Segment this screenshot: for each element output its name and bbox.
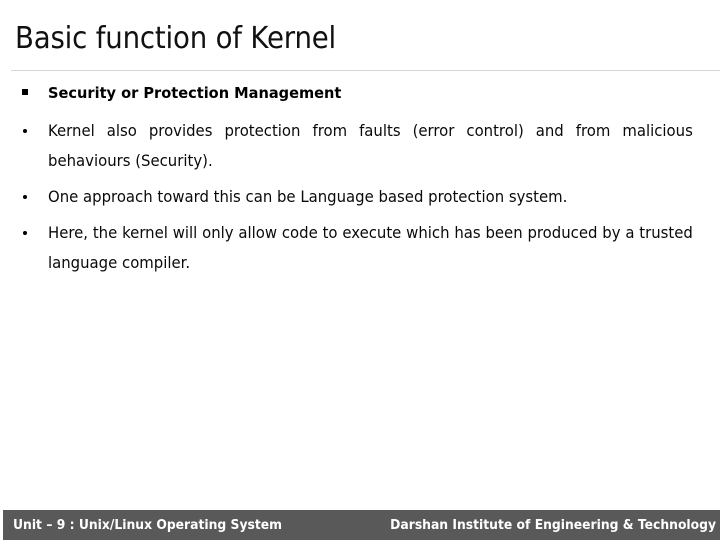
footer-unit-label: Unit – 9 : Unix/Linux Operating System bbox=[13, 518, 282, 533]
bullet-text-2: Kernel also provides protection from fau… bbox=[48, 121, 693, 170]
page-title: Basic function of Kernel bbox=[15, 21, 337, 56]
body-content: Security or Protection Management Kernel… bbox=[0, 82, 720, 492]
round-bullet-icon bbox=[0, 218, 40, 248]
bullet-text-3: One approach toward this can be Language… bbox=[48, 187, 568, 206]
square-bullet-icon bbox=[0, 82, 40, 104]
round-bullet-icon bbox=[0, 182, 40, 212]
bullet-text-4: Here, the kernel will only allow code to… bbox=[48, 223, 693, 272]
footer-institute-label: Darshan Institute of Engineering & Techn… bbox=[390, 518, 716, 533]
round-bullet-icon bbox=[0, 116, 40, 146]
bullet-text-1: Security or Protection Management bbox=[48, 84, 342, 102]
footer-bar: Unit – 9 : Unix/Linux Operating System D… bbox=[3, 510, 720, 540]
title-block: Basic function of Kernel bbox=[15, 20, 705, 66]
title-divider bbox=[11, 70, 720, 71]
bullet-item-2: Kernel also provides protection from fau… bbox=[0, 116, 720, 176]
slide: Basic function of Kernel Security or Pro… bbox=[0, 0, 720, 540]
bullet-item-1: Security or Protection Management bbox=[0, 82, 720, 104]
bullet-item-3: One approach toward this can be Language… bbox=[0, 182, 720, 212]
bullet-item-4: Here, the kernel will only allow code to… bbox=[0, 218, 720, 278]
